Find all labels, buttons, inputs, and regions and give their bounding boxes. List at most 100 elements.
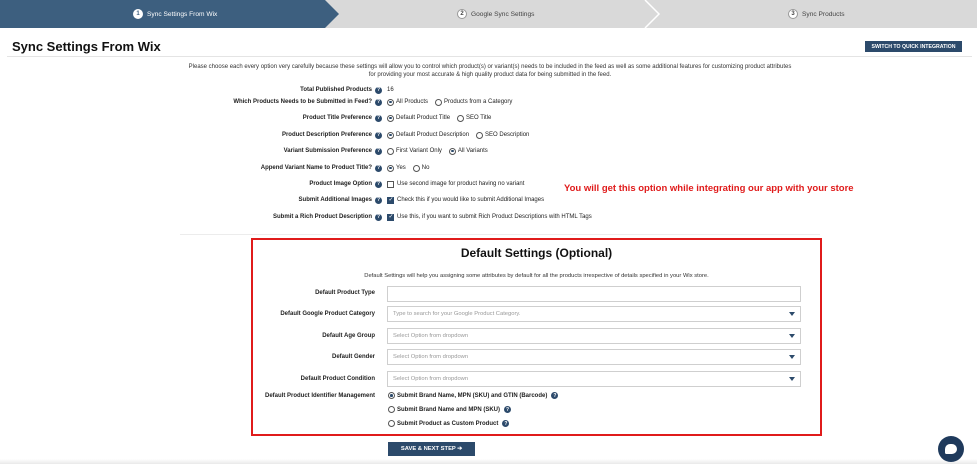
total-products-value: 16 <box>387 87 394 93</box>
image-option-label: Product Image Option <box>309 181 372 187</box>
radio-label: Yes <box>396 165 406 171</box>
help-icon[interactable]: ? <box>375 180 382 188</box>
radio-default-product-title[interactable]: Default Product Title <box>387 114 451 122</box>
default-age-group-select[interactable]: Select Option from dropdown <box>387 328 801 344</box>
radio-label: All Variants <box>457 148 488 154</box>
radio-unselected-icon <box>457 114 465 122</box>
default-google-category-label: Default Google Product Category <box>280 311 375 317</box>
radio-custom-product[interactable]: Submit Product as Custom Product ? <box>388 420 510 427</box>
radio-all-variants[interactable]: All Variants <box>448 147 488 155</box>
chevron-down-icon <box>789 312 795 316</box>
radio-selected-icon <box>388 392 395 399</box>
radio-seo-description[interactable]: SEO Description <box>476 131 530 139</box>
help-icon[interactable]: ? <box>502 420 510 427</box>
step-progress-bar: 1 Sync Settings From Wix 2 Google Sync S… <box>0 0 977 28</box>
help-icon[interactable]: ? <box>375 131 382 139</box>
append-variant-label: Append Variant Name to Product Title? <box>260 165 372 171</box>
checkbox-additional-images[interactable]: Check this if you would like to submit A… <box>387 196 544 204</box>
append-variant-row: Append Variant Name to Product Title? ? … <box>0 162 977 174</box>
radio-unselected-icon <box>476 131 484 139</box>
step-3[interactable]: 3 Sync Products <box>788 0 845 28</box>
step-3-label: Sync Products <box>802 10 845 18</box>
radio-label: Default Product Title <box>396 115 451 121</box>
chevron-down-icon <box>789 355 795 359</box>
radio-first-variant-only[interactable]: First Variant Only <box>387 147 442 155</box>
chat-button[interactable] <box>938 436 964 462</box>
checkbox-label: Use second image for product having no v… <box>397 181 525 187</box>
radio-products-from-category[interactable]: Products from a Category <box>435 98 512 106</box>
radio-label: Submit Brand Name, MPN (SKU) and GTIN (B… <box>397 392 548 399</box>
default-product-type-label: Default Product Type <box>315 290 375 296</box>
radio-unselected-icon <box>388 420 395 427</box>
radio-all-products[interactable]: All Products <box>387 98 429 106</box>
radio-no[interactable]: No <box>412 164 430 172</box>
bottom-fade <box>0 459 977 464</box>
radio-unselected-icon <box>388 406 395 413</box>
description-preference-label: Product Description Preference <box>281 132 372 138</box>
radio-yes[interactable]: Yes <box>387 164 406 172</box>
help-icon[interactable]: ? <box>551 392 559 399</box>
help-icon[interactable]: ? <box>375 86 382 94</box>
step-2[interactable]: 2 Google Sync Settings <box>457 0 534 28</box>
radio-seo-title[interactable]: SEO Title <box>457 114 491 122</box>
radio-brand-mpn[interactable]: Submit Brand Name and MPN (SKU) ? <box>388 406 512 413</box>
age-group-placeholder: Select Option from dropdown <box>393 333 469 339</box>
chevron-down-icon <box>789 377 795 381</box>
help-icon[interactable]: ? <box>375 114 382 122</box>
title-preference-label: Product Title Preference <box>302 115 372 121</box>
google-category-placeholder: Type to search for your Google Product C… <box>393 311 521 317</box>
rich-description-row: Submit a Rich Product Description ? Use … <box>0 211 977 223</box>
default-google-category-select[interactable]: Type to search for your Google Product C… <box>387 306 801 322</box>
step-1-label: Sync Settings From Wix <box>147 10 218 18</box>
default-age-group-label: Default Age Group <box>322 333 375 339</box>
variant-submission-label: Variant Submission Preference <box>283 148 372 154</box>
which-products-label: Which Products Needs to be Submitted in … <box>233 99 372 105</box>
step-1-number: 1 <box>133 9 143 19</box>
total-products-row: Total Published Products ? 16 <box>0 84 977 96</box>
radio-selected-icon <box>387 131 394 139</box>
default-product-type-input[interactable] <box>387 286 801 302</box>
checkbox-checked-icon <box>387 196 394 204</box>
radio-label: Default Product Description <box>396 132 470 138</box>
intro-line-1: Please choose each every option very car… <box>188 64 792 70</box>
radio-label: Submit Brand Name and MPN (SKU) <box>397 406 501 413</box>
radio-default-product-description[interactable]: Default Product Description <box>387 131 470 139</box>
section-divider <box>180 234 820 235</box>
step-2-label: Google Sync Settings <box>471 10 535 18</box>
total-products-label: Total Published Products <box>300 87 372 93</box>
step-3-number: 3 <box>788 9 798 19</box>
gender-placeholder: Select Option from dropdown <box>393 354 469 360</box>
help-icon[interactable]: ? <box>375 196 382 204</box>
radio-label: SEO Description <box>485 132 530 138</box>
default-settings-title: Default Settings (Optional) <box>460 246 613 260</box>
radio-label: All Products <box>396 99 429 105</box>
step-2-number: 2 <box>457 9 467 19</box>
help-icon[interactable]: ? <box>375 98 382 106</box>
title-divider <box>7 56 972 57</box>
radio-label: No <box>421 165 430 171</box>
description-preference-row: Product Description Preference ? Default… <box>0 129 977 141</box>
help-icon[interactable]: ? <box>504 406 512 413</box>
help-icon[interactable]: ? <box>375 213 382 221</box>
page-title: Sync Settings From Wix <box>12 39 161 54</box>
title-preference-row: Product Title Preference ? Default Produ… <box>0 112 977 124</box>
default-condition-select[interactable]: Select Option from dropdown <box>387 371 801 387</box>
intro-line-2: for providing your most accurate & high … <box>368 71 612 78</box>
radio-selected-icon <box>387 114 394 122</box>
radio-brand-mpn-gtin[interactable]: Submit Brand Name, MPN (SKU) and GTIN (B… <box>388 392 559 399</box>
switch-to-quick-integration-button[interactable]: SWITCH TO QUICK INTEGRATION <box>865 41 962 52</box>
radio-selected-icon <box>387 98 394 106</box>
radio-label: Submit Product as Custom Product <box>397 420 499 427</box>
default-identifier-label: Default Product Identifier Management <box>264 393 375 399</box>
help-icon[interactable]: ? <box>375 164 382 172</box>
checkbox-second-image[interactable]: Use second image for product having no v… <box>387 180 525 188</box>
save-next-step-button[interactable]: SAVE & NEXT STEP ➔ <box>388 442 475 456</box>
default-gender-select[interactable]: Select Option from dropdown <box>387 349 801 365</box>
checkbox-unchecked-icon <box>387 180 394 188</box>
integration-callout: You will get this option while integrati… <box>564 183 854 194</box>
help-icon[interactable]: ? <box>375 147 382 155</box>
variant-submission-row: Variant Submission Preference ? First Va… <box>0 145 977 157</box>
intro-text: Please choose each every option very car… <box>160 64 820 79</box>
step-1[interactable]: 1 Sync Settings From Wix <box>133 0 217 28</box>
checkbox-rich-description[interactable]: Use this, if you want to submit Rich Pro… <box>387 213 592 221</box>
